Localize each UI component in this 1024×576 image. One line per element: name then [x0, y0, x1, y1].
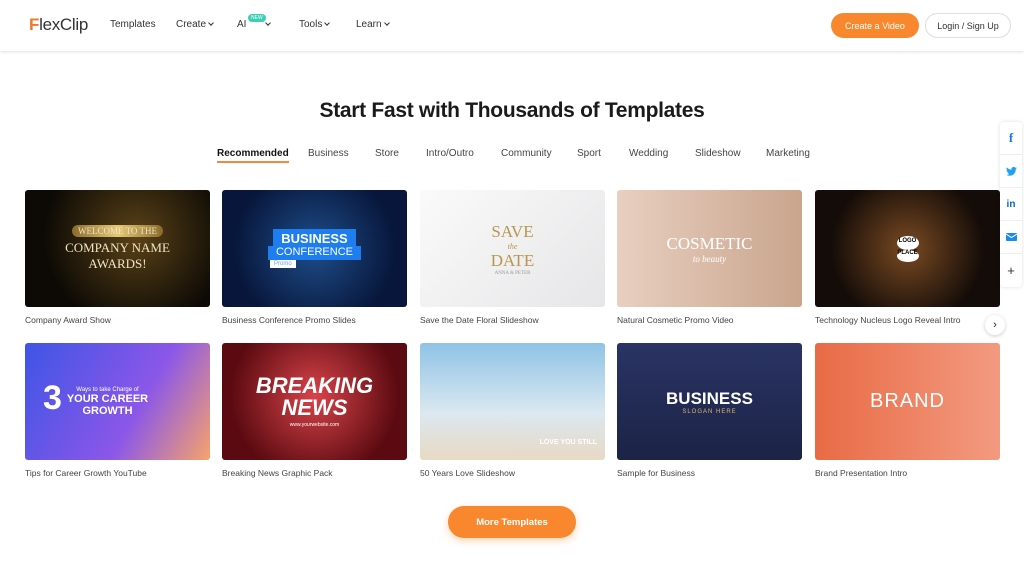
thumbnail-text: CONFERENCE: [267, 246, 361, 260]
thumbnail-text: DATE: [490, 250, 535, 270]
login-signup-button[interactable]: Login / Sign Up: [925, 13, 1011, 38]
email-icon[interactable]: [1000, 221, 1022, 254]
thumbnail-text: SLOGAN HERE: [682, 408, 737, 415]
thumbnail-text: WELCOME TO THE: [72, 225, 163, 237]
template-thumbnail[interactable]: BREAKING NEWS www.yourwebsite.com: [222, 343, 407, 460]
header: FlexClip Templates Create AI NEW Tools L…: [0, 0, 1024, 51]
thumbnail-text: BUSINESS: [273, 229, 356, 246]
template-caption[interactable]: Technology Nucleus Logo Reveal Intro: [815, 315, 1000, 325]
template-card[interactable]: LOVE YOU STILL 50 Years Love Slideshow: [420, 343, 605, 478]
template-thumbnail[interactable]: COSMETIC to beauty: [617, 190, 802, 307]
tab-store[interactable]: Store: [375, 148, 399, 159]
template-card[interactable]: SAVE the DATE ANNA & PETER Save the Date Flo…: [420, 190, 605, 325]
thumbnail-text: COMPANY NAME: [65, 240, 170, 255]
template-thumbnail[interactable]: SAVE the DATE ANNA & PETER: [420, 190, 605, 307]
share-bar: f in +: [1000, 122, 1022, 287]
template-thumbnail[interactable]: BRAND: [815, 343, 1000, 460]
thumbnail-text: COSMETIC: [666, 233, 753, 253]
thumbnail-text: BRAND: [869, 390, 945, 412]
tab-sport[interactable]: Sport: [577, 148, 601, 159]
thumbnail-text: to beauty: [692, 253, 727, 264]
chevron-down-icon: [265, 20, 272, 26]
template-caption[interactable]: Company Award Show: [25, 315, 210, 325]
thumbnail-text: Promo: [270, 260, 296, 268]
flexclip-logo[interactable]: FlexClip: [29, 15, 88, 35]
thumbnail-text: 3: [43, 379, 62, 417]
template-card[interactable]: WELCOME TO THE COMPANY NAME AWARDS! Company…: [25, 190, 210, 325]
thumbnail-text: BUSINESS: [666, 388, 753, 408]
chevron-down-icon: [324, 20, 331, 26]
new-badge: NEW: [248, 14, 266, 22]
next-arrow-button[interactable]: ›: [985, 315, 1005, 335]
thumbnail-text: AWARDS!: [88, 256, 147, 271]
chevron-down-icon: [208, 20, 214, 26]
thumbnail-text: GROWTH: [82, 404, 133, 417]
tab-recommended[interactable]: Recommended: [217, 148, 289, 163]
template-thumbnail[interactable]: LOVE YOU STILL: [420, 343, 605, 460]
create-video-button[interactable]: Create a Video: [831, 13, 919, 38]
tab-slideshow[interactable]: Slideshow: [695, 148, 741, 159]
template-caption[interactable]: Breaking News Graphic Pack: [222, 468, 407, 478]
template-card[interactable]: LOGO PLACE Technology Nucleus Logo Reveal …: [815, 190, 1000, 325]
thumbnail-text: LOGO: [896, 235, 919, 250]
thumbnail-text: PLACE: [896, 249, 919, 262]
template-card[interactable]: BRAND Brand Presentation Intro: [815, 343, 1000, 478]
thumbnail-text: LOVE YOU STILL: [539, 439, 597, 446]
template-thumbnail[interactable]: 3 Ways to take Charge of YOUR CAREER GROWTH: [25, 343, 210, 460]
template-thumbnail[interactable]: WELCOME TO THE COMPANY NAME AWARDS!: [25, 190, 210, 307]
thumbnail-text: NEWS: [281, 395, 348, 420]
tab-community[interactable]: Community: [501, 148, 552, 159]
template-caption[interactable]: Brand Presentation Intro: [815, 468, 1000, 478]
template-caption[interactable]: Sample for Business: [617, 468, 802, 478]
template-caption[interactable]: Save the Date Floral Slideshow: [420, 315, 605, 325]
thumbnail-text: SAVE: [491, 221, 534, 241]
template-caption[interactable]: Tips for Career Growth YouTube: [25, 468, 210, 478]
tab-business[interactable]: Business: [308, 148, 349, 159]
template-caption[interactable]: 50 Years Love Slideshow: [420, 468, 605, 478]
linkedin-icon[interactable]: in: [1000, 188, 1022, 221]
nav-learn[interactable]: Learn: [356, 19, 390, 30]
plus-icon[interactable]: +: [1000, 254, 1022, 287]
template-card[interactable]: COSMETIC to beauty Natural Cosmetic Promo …: [617, 190, 802, 325]
nav-create[interactable]: Create: [176, 19, 214, 30]
template-card[interactable]: BREAKING NEWS www.yourwebsite.com Breaking …: [222, 343, 407, 478]
template-caption[interactable]: Natural Cosmetic Promo Video: [617, 315, 802, 325]
thumbnail-text: ANNA & PETER: [494, 270, 531, 276]
template-caption[interactable]: Business Conference Promo Slides: [222, 315, 407, 325]
twitter-icon[interactable]: [1000, 155, 1022, 188]
facebook-icon[interactable]: f: [1000, 122, 1022, 155]
thumbnail-text: BREAKING: [255, 373, 374, 398]
template-card[interactable]: 3 Ways to take Charge of YOUR CAREER GROWTH…: [25, 343, 210, 478]
nav-templates[interactable]: Templates: [110, 19, 156, 30]
page-title: Start Fast with Thousands of Templates: [319, 99, 705, 122]
thumbnail-text: YOUR CAREER: [66, 392, 149, 405]
more-templates-button[interactable]: More Templates: [448, 506, 576, 538]
thumbnail-text: the: [507, 241, 518, 251]
chevron-down-icon: [383, 20, 390, 26]
nav-tools[interactable]: Tools: [299, 19, 331, 30]
tab-intro-outro[interactable]: Intro/Outro: [426, 148, 474, 159]
template-thumbnail[interactable]: BUSINESS CONFERENCE Promo: [222, 190, 407, 307]
tab-marketing[interactable]: Marketing: [766, 148, 810, 159]
thumbnail-text: www.yourwebsite.com: [289, 422, 340, 428]
template-card[interactable]: BUSINESS SLOGAN HERE Sample for Business: [617, 343, 802, 478]
template-card[interactable]: BUSINESS CONFERENCE Promo Business Conferen…: [222, 190, 407, 325]
template-thumbnail[interactable]: LOGO PLACE: [815, 190, 1000, 307]
tab-wedding[interactable]: Wedding: [629, 148, 668, 159]
template-thumbnail[interactable]: BUSINESS SLOGAN HERE: [617, 343, 802, 460]
